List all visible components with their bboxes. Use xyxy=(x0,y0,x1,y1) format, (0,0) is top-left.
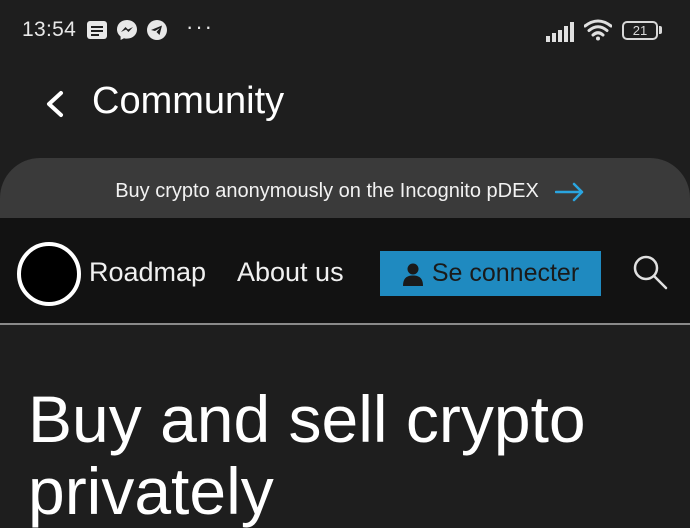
nav-divider xyxy=(0,323,690,325)
login-button-label: Se connecter xyxy=(431,259,580,287)
messenger-icon xyxy=(117,20,137,40)
search-icon xyxy=(633,255,668,290)
signal-icon xyxy=(546,22,574,42)
search-button[interactable] xyxy=(632,254,668,290)
back-button[interactable] xyxy=(38,82,72,126)
login-button[interactable]: Se connecter xyxy=(380,251,601,296)
telegram-icon xyxy=(147,20,167,40)
user-icon xyxy=(402,263,423,286)
nav-link-roadmap[interactable]: Roadmap xyxy=(89,257,206,288)
promo-banner-content[interactable]: Buy crypto anonymously on the Incognito … xyxy=(0,180,690,203)
arrow-right-icon xyxy=(554,182,584,201)
status-bar: 13:54 ··· 21 xyxy=(0,0,690,62)
battery-tip xyxy=(659,26,662,34)
status-time: 13:54 xyxy=(22,18,77,41)
nav-link-about-us[interactable]: About us xyxy=(237,257,344,288)
more-notifications-icon: ··· xyxy=(186,14,214,39)
hero-title: Buy and sell crypto privately xyxy=(28,382,586,528)
wifi-icon xyxy=(584,19,612,41)
page-title: Community xyxy=(92,80,285,122)
notes-icon xyxy=(87,21,107,39)
battery-icon: 21 xyxy=(622,21,658,40)
site-logo[interactable] xyxy=(17,242,81,306)
promo-banner-text: Buy crypto anonymously on the Incognito … xyxy=(115,180,539,202)
chevron-left-icon xyxy=(47,91,63,117)
